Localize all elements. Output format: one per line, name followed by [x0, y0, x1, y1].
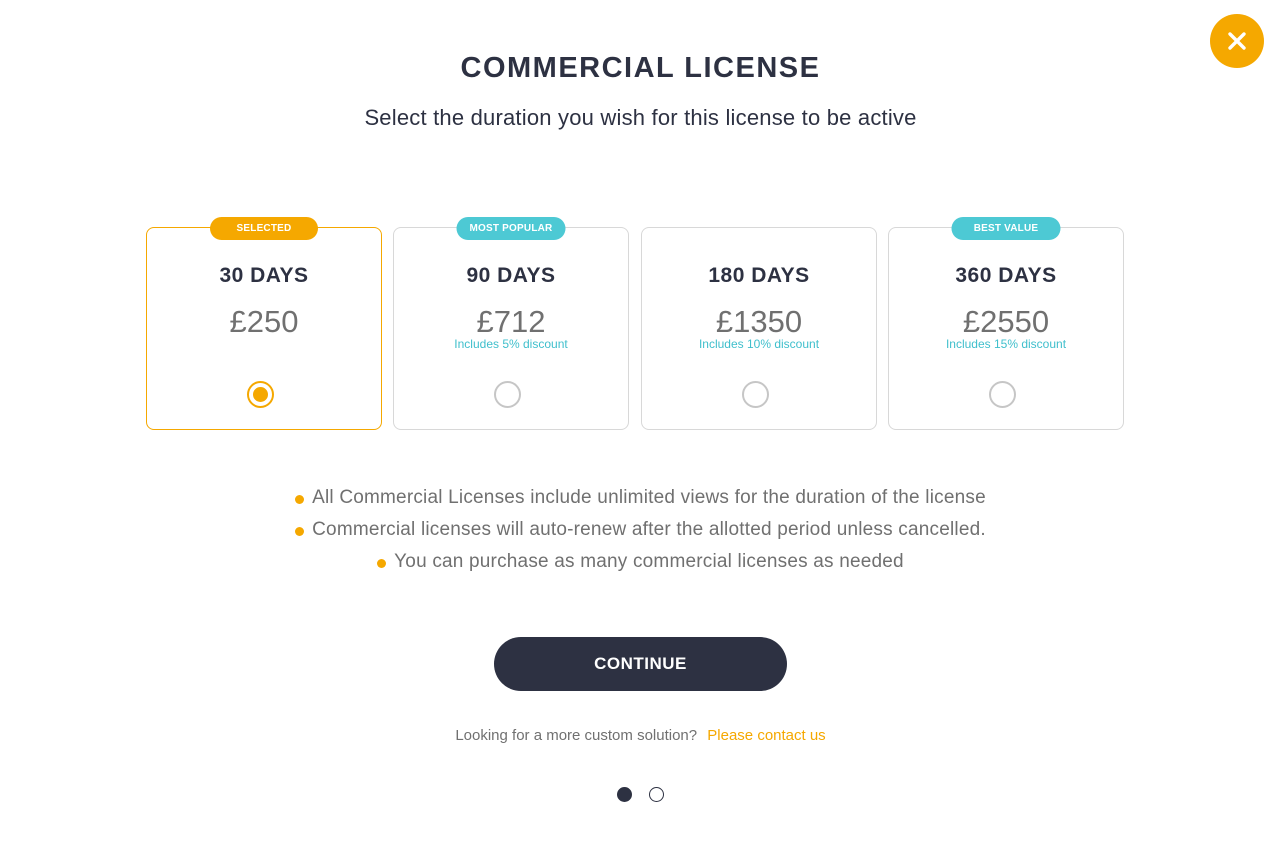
- plan-duration: 30 DAYS: [219, 264, 309, 287]
- plan-duration: 360 DAYS: [955, 264, 1057, 287]
- note-text: You can purchase as many commercial lice…: [394, 551, 904, 572]
- page-dot-1[interactable]: [617, 787, 632, 802]
- close-icon: [1228, 32, 1246, 50]
- bullet-dot-icon: [377, 559, 387, 569]
- plan-radio[interactable]: [247, 381, 274, 408]
- plan-discount: Includes 5% discount: [454, 337, 568, 351]
- plan-price: £250: [229, 304, 299, 339]
- plan-radio[interactable]: [494, 381, 521, 408]
- contact-us-link[interactable]: Please contact us: [707, 727, 825, 744]
- note-item: All Commercial Licenses include unlimite…: [0, 485, 1281, 517]
- note-item: Commercial licenses will auto-renew afte…: [0, 517, 1281, 549]
- custom-solution-text: Looking for a more custom solution?: [455, 727, 698, 744]
- selected-badge: SELECTED: [210, 217, 318, 240]
- plan-discount: Includes 10% discount: [698, 337, 820, 351]
- plan-card-360-days[interactable]: BEST VALUE 360 DAYS £2550 Includes 15% d…: [888, 217, 1124, 430]
- page-subtitle: Select the duration you wish for this li…: [364, 105, 917, 130]
- page-title: COMMERCIAL LICENSE: [460, 52, 821, 84]
- bullet-dot-icon: [295, 495, 305, 505]
- plan-price: £1350: [715, 304, 803, 339]
- license-notes: All Commercial Licenses include unlimite…: [0, 485, 1281, 581]
- continue-button[interactable]: CONTINUE: [494, 637, 787, 691]
- plan-radio[interactable]: [742, 381, 769, 408]
- plan-card-30-days[interactable]: SELECTED 30 DAYS £250: [146, 217, 382, 430]
- plan-duration: 180 DAYS: [708, 264, 810, 287]
- plan-duration: 90 DAYS: [466, 264, 556, 287]
- custom-solution-line: Looking for a more custom solution? Plea…: [0, 727, 1281, 744]
- plan-card-90-days[interactable]: MOST POPULAR 90 DAYS £712 Includes 5% di…: [393, 217, 629, 430]
- note-item: You can purchase as many commercial lice…: [0, 549, 1281, 581]
- plan-card-180-days[interactable]: 180 DAYS £1350 Includes 10% discount: [641, 227, 877, 430]
- page-dot-2[interactable]: [649, 787, 664, 802]
- best-value-badge: BEST VALUE: [951, 217, 1061, 240]
- note-text: All Commercial Licenses include unlimite…: [312, 487, 986, 508]
- plan-radio[interactable]: [989, 381, 1016, 408]
- most-popular-badge: MOST POPULAR: [456, 217, 566, 240]
- bullet-dot-icon: [295, 527, 305, 537]
- plan-price: £712: [476, 304, 546, 339]
- note-text: Commercial licenses will auto-renew afte…: [312, 519, 986, 540]
- plan-price: £2550: [962, 304, 1050, 339]
- plan-discount: Includes 15% discount: [945, 337, 1067, 351]
